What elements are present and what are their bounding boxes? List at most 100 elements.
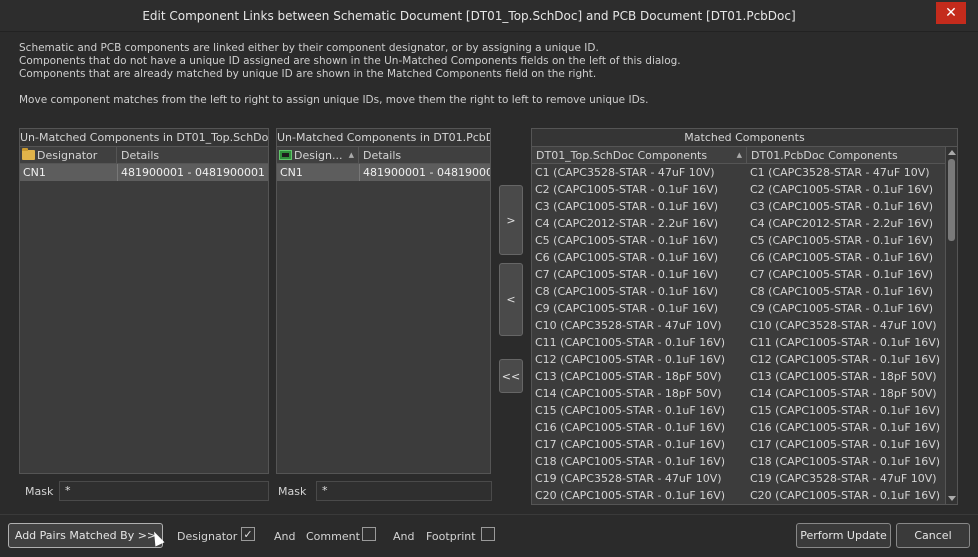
sch-col-designator[interactable]: Designator	[20, 147, 117, 163]
matched-table-row[interactable]: C5 (CAPC1005-STAR - 0.1uF 16V) C5 (CAPC10…	[532, 232, 945, 249]
pcb-icon	[279, 150, 292, 160]
matched-table-row[interactable]: C7 (CAPC1005-STAR - 0.1uF 16V) C7 (CAPC10…	[532, 266, 945, 283]
matched-table-row[interactable]: C10 (CAPC3528-STAR - 47uF 10V) C10 (CAPC3…	[532, 317, 945, 334]
matched-table-row[interactable]: C19 (CAPC3528-STAR - 47uF 10V) C19 (CAPC3…	[532, 470, 945, 487]
pcb-table-row[interactable]: CN1 481900001 - 0481900001	[277, 164, 490, 181]
move-all-left-button[interactable]: <<	[499, 359, 523, 393]
scroll-thumb[interactable]	[948, 159, 955, 241]
pcb-column-headers: Design... ▲ Details	[277, 147, 490, 164]
matched-row-pcb: C9 (CAPC1005-STAR - 0.1uF 16V)	[750, 302, 934, 315]
matched-row-sch: C8 (CAPC1005-STAR - 0.1uF 16V)	[535, 285, 719, 298]
and-label-2: And	[393, 530, 415, 543]
matched-row-pcb: C13 (CAPC1005-STAR - 18pF 50V)	[750, 370, 937, 383]
matched-row-sch: C3 (CAPC1005-STAR - 0.1uF 16V)	[535, 200, 719, 213]
matched-row-pcb: C6 (CAPC1005-STAR - 0.1uF 16V)	[750, 251, 934, 264]
matched-table-row[interactable]: C2 (CAPC1005-STAR - 0.1uF 16V) C2 (CAPC10…	[532, 181, 945, 198]
sch-unmatched-panel: Un-Matched Components in DT01_Top.SchDoc…	[19, 128, 269, 474]
matched-column-headers: DT01_Top.SchDoc Components ▲ DT01.PcbDoc …	[532, 147, 945, 164]
scroll-down-icon[interactable]	[948, 496, 956, 501]
pcb-row-designator: CN1	[277, 164, 359, 181]
matched-row-pcb: C7 (CAPC1005-STAR - 0.1uF 16V)	[750, 268, 934, 281]
matched-table-row[interactable]: C13 (CAPC1005-STAR - 18pF 50V) C13 (CAPC1…	[532, 368, 945, 385]
matched-row-sch: C11 (CAPC1005-STAR - 0.1uF 16V)	[535, 336, 726, 349]
matched-table-row[interactable]: C12 (CAPC1005-STAR - 0.1uF 16V) C12 (CAPC…	[532, 351, 945, 368]
matched-table-row[interactable]: C1 (CAPC3528-STAR - 47uF 10V) C1 (CAPC352…	[532, 164, 945, 181]
sch-col-designator-label: Designator	[37, 149, 98, 162]
perform-update-button[interactable]: Perform Update	[796, 523, 891, 548]
pcb-row-details: 481900001 - 0481900001	[359, 164, 490, 181]
matched-row-sch: C10 (CAPC3528-STAR - 47uF 10V)	[535, 319, 722, 332]
sch-mask-input[interactable]: *	[59, 481, 269, 501]
matched-col-pcb-label: DT01.PcbDoc Components	[751, 149, 898, 162]
footprint-label: Footprint	[426, 530, 476, 543]
sch-mask: Mask *	[25, 481, 269, 501]
matched-row-sch: C9 (CAPC1005-STAR - 0.1uF 16V)	[535, 302, 719, 315]
intro-text: Schematic and PCB components are linked …	[19, 42, 959, 107]
matched-table-row[interactable]: C8 (CAPC1005-STAR - 0.1uF 16V) C8 (CAPC10…	[532, 283, 945, 300]
matched-row-pcb: C20 (CAPC1005-STAR - 0.1uF 16V)	[750, 489, 941, 502]
matched-row-sch: C5 (CAPC1005-STAR - 0.1uF 16V)	[535, 234, 719, 247]
and-label-1: And	[274, 530, 296, 543]
matched-table-row[interactable]: C16 (CAPC1005-STAR - 0.1uF 16V) C16 (CAPC…	[532, 419, 945, 436]
matched-col-sch-label: DT01_Top.SchDoc Components	[536, 149, 708, 162]
add-pairs-button[interactable]: Add Pairs Matched By >>	[8, 523, 163, 548]
matched-row-pcb: C18 (CAPC1005-STAR - 0.1uF 16V)	[750, 455, 941, 468]
sch-row-details: 481900001 - 0481900001	[117, 164, 268, 181]
sch-column-headers: Designator Details	[20, 147, 268, 164]
matched-table-row[interactable]: C4 (CAPC2012-STAR - 2.2uF 16V) C4 (CAPC20…	[532, 215, 945, 232]
designator-checkbox[interactable]: ✓	[241, 527, 255, 541]
sort-ascending-icon: ▲	[736, 151, 742, 159]
matched-row-sch: C14 (CAPC1005-STAR - 18pF 50V)	[535, 387, 722, 400]
matched-row-sch: C19 (CAPC3528-STAR - 47uF 10V)	[535, 472, 722, 485]
pcb-col-designator[interactable]: Design... ▲	[277, 147, 359, 163]
matched-row-pcb: C8 (CAPC1005-STAR - 0.1uF 16V)	[750, 285, 934, 298]
matched-row-sch: C2 (CAPC1005-STAR - 0.1uF 16V)	[535, 183, 719, 196]
matched-table-row[interactable]: C9 (CAPC1005-STAR - 0.1uF 16V) C9 (CAPC10…	[532, 300, 945, 317]
matched-table-row[interactable]: C6 (CAPC1005-STAR - 0.1uF 16V) C6 (CAPC10…	[532, 249, 945, 266]
matched-table-row[interactable]: C18 (CAPC1005-STAR - 0.1uF 16V) C18 (CAPC…	[532, 453, 945, 470]
matched-row-sch: C6 (CAPC1005-STAR - 0.1uF 16V)	[535, 251, 719, 264]
pcb-unmatched-panel: Un-Matched Components in DT01.PcbDoc Des…	[276, 128, 491, 474]
matched-table-row[interactable]: C14 (CAPC1005-STAR - 18pF 50V) C14 (CAPC1…	[532, 385, 945, 402]
matched-rows: C1 (CAPC3528-STAR - 47uF 10V) C1 (CAPC352…	[532, 164, 945, 504]
pcb-col-designator-label: Design...	[294, 149, 343, 162]
intro-line-3: Components that are already matched by u…	[19, 68, 597, 80]
designator-label: Designator	[177, 530, 238, 543]
matched-row-pcb: C5 (CAPC1005-STAR - 0.1uF 16V)	[750, 234, 934, 247]
move-right-button[interactable]: >	[499, 185, 523, 255]
sch-col-details-label: Details	[121, 149, 160, 162]
intro-line-4: Move component matches from the left to …	[19, 94, 649, 106]
sch-col-details[interactable]: Details	[117, 147, 268, 163]
move-left-button[interactable]: <	[499, 263, 523, 336]
matched-row-sch: C4 (CAPC2012-STAR - 2.2uF 16V)	[535, 217, 719, 230]
matched-col-pcb[interactable]: DT01.PcbDoc Components	[747, 147, 945, 163]
matched-table-row[interactable]: C20 (CAPC1005-STAR - 0.1uF 16V) C20 (CAPC…	[532, 487, 945, 504]
matched-table-row[interactable]: C3 (CAPC1005-STAR - 0.1uF 16V) C3 (CAPC10…	[532, 198, 945, 215]
close-button[interactable]: ✕	[936, 2, 966, 24]
matched-scrollbar[interactable]	[945, 147, 957, 504]
pcb-mask-input[interactable]: *	[316, 481, 492, 501]
close-icon: ✕	[945, 5, 957, 21]
pcb-mask-label: Mask	[278, 484, 307, 498]
matched-table-row[interactable]: C17 (CAPC1005-STAR - 0.1uF 16V) C17 (CAPC…	[532, 436, 945, 453]
sch-table-row[interactable]: CN1 481900001 - 0481900001	[20, 164, 268, 181]
matched-row-sch: C18 (CAPC1005-STAR - 0.1uF 16V)	[535, 455, 726, 468]
matched-row-pcb: C11 (CAPC1005-STAR - 0.1uF 16V)	[750, 336, 941, 349]
matched-col-sch[interactable]: DT01_Top.SchDoc Components ▲	[532, 147, 747, 163]
footprint-checkbox[interactable]	[481, 527, 495, 541]
matched-row-pcb: C4 (CAPC2012-STAR - 2.2uF 16V)	[750, 217, 934, 230]
matched-row-pcb: C19 (CAPC3528-STAR - 47uF 10V)	[750, 472, 937, 485]
title-bar: Edit Component Links between Schematic D…	[0, 0, 978, 32]
cancel-button[interactable]: Cancel	[896, 523, 970, 548]
matched-row-pcb: C16 (CAPC1005-STAR - 0.1uF 16V)	[750, 421, 941, 434]
matched-row-pcb: C17 (CAPC1005-STAR - 0.1uF 16V)	[750, 438, 941, 451]
matched-row-sch: C1 (CAPC3528-STAR - 47uF 10V)	[535, 166, 715, 179]
matched-table-row[interactable]: C11 (CAPC1005-STAR - 0.1uF 16V) C11 (CAPC…	[532, 334, 945, 351]
matched-row-sch: C13 (CAPC1005-STAR - 18pF 50V)	[535, 370, 722, 383]
matched-table-row[interactable]: C15 (CAPC1005-STAR - 0.1uF 16V) C15 (CAPC…	[532, 402, 945, 419]
pcb-col-details[interactable]: Details	[359, 147, 490, 163]
scroll-up-icon[interactable]	[948, 150, 956, 155]
intro-line-1: Schematic and PCB components are linked …	[19, 42, 599, 54]
matched-row-pcb: C15 (CAPC1005-STAR - 0.1uF 16V)	[750, 404, 941, 417]
comment-checkbox[interactable]	[362, 527, 376, 541]
